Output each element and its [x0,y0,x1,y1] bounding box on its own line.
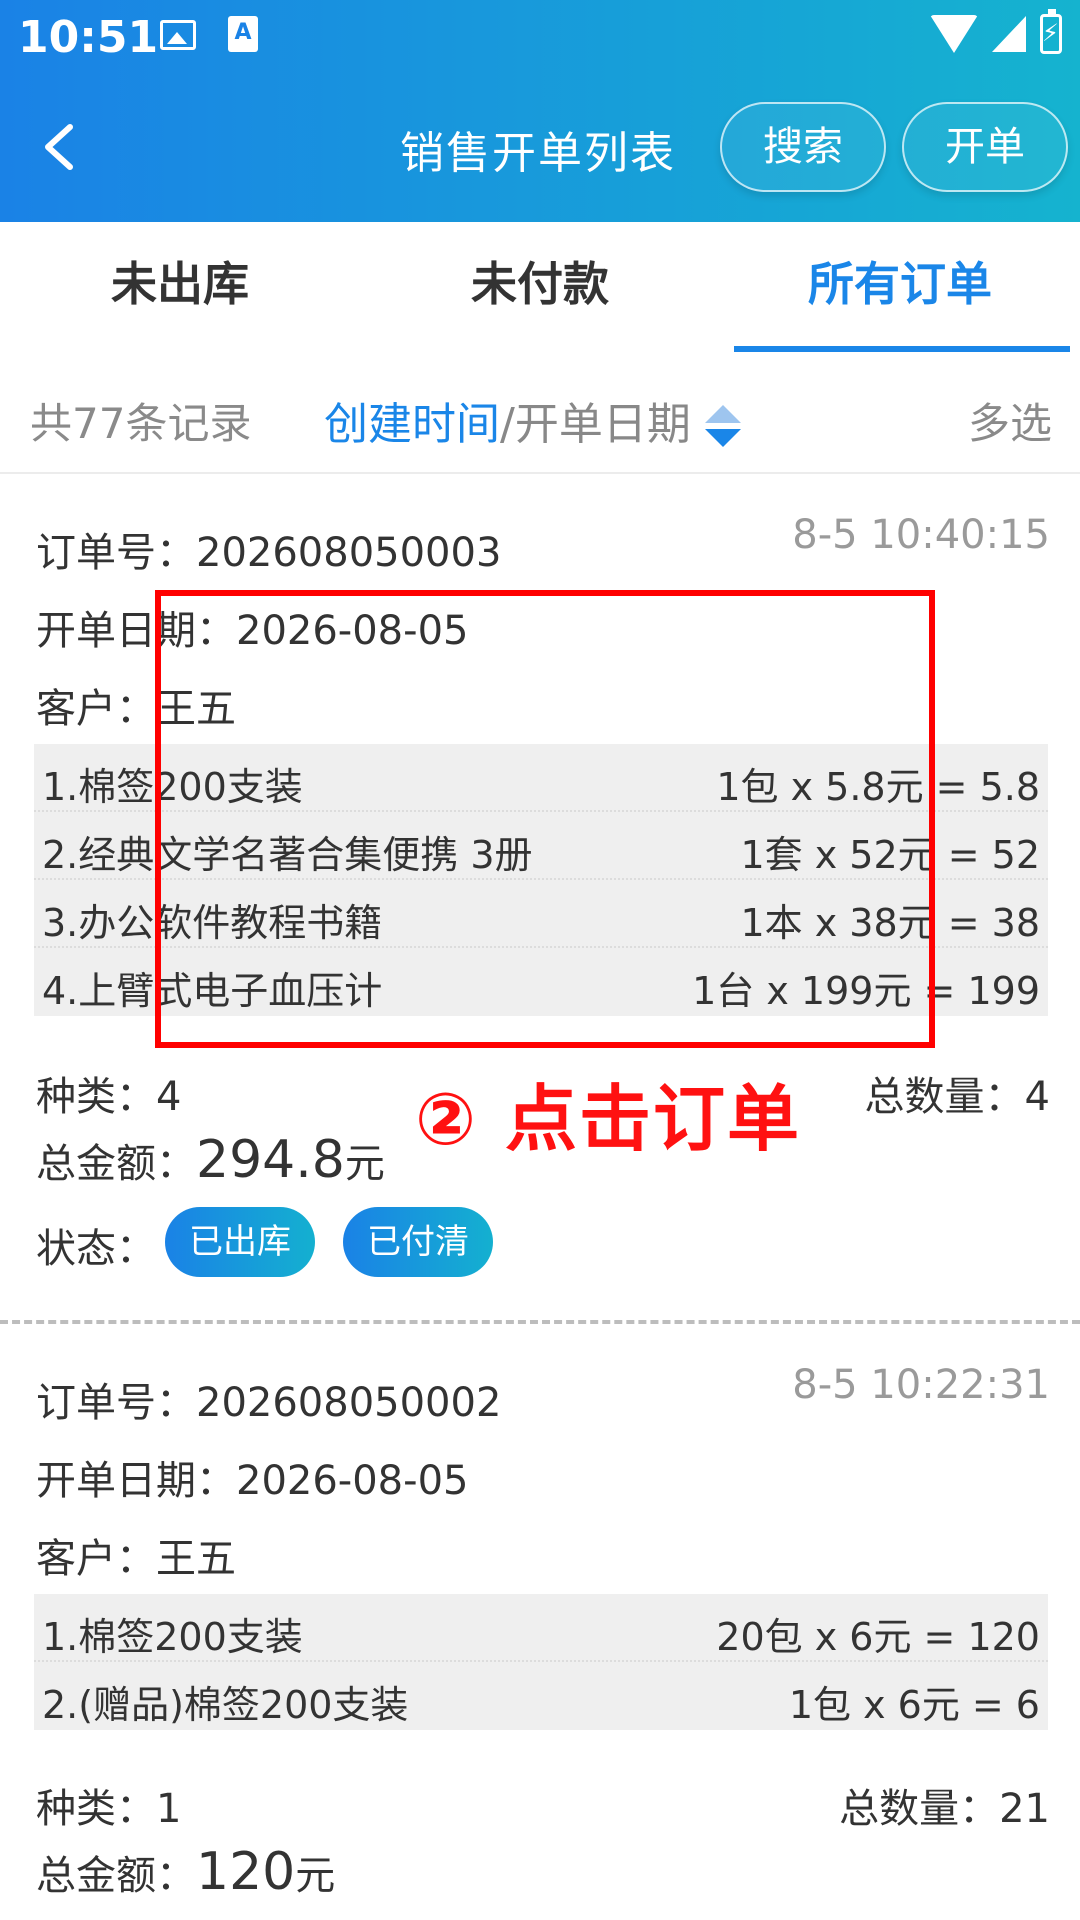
kinds-value: 1 [156,1786,182,1832]
kinds-value: 4 [156,1074,182,1120]
sort-toggle[interactable]: 创建时间/开单日期 [324,388,741,452]
order-items: 1.棉签200支装 20包 x 6元 = 120 2.(赠品)棉签200支装 1… [34,1594,1048,1730]
page-title: 销售开单列表 [400,128,676,179]
status-row: 状态： [36,1216,156,1274]
signal-icon [992,16,1026,52]
sort-order-date[interactable]: 开单日期 [515,399,691,450]
total-unit: 元 [344,1141,385,1187]
order-number: 202608050003 [196,530,502,576]
annotation-text: ② 点击订单 [415,1077,802,1161]
order-number-row: 订单号：202608050002 [36,1370,501,1428]
search-button[interactable]: 搜索 [720,102,886,192]
order-timestamp: 8-5 10:40:15 [792,512,1050,558]
image-notification-icon [160,20,196,50]
multi-select-button[interactable]: 多选 [968,390,1052,451]
item-name: 2.(赠品)棉签200支装 [42,1683,409,1727]
order-card[interactable]: 订单号：202608050002 8-5 10:22:31 开单日期：2026-… [0,1324,1080,1920]
kinds-row: 种类：1 [36,1776,181,1834]
order-date-label: 开单日期： [36,1458,236,1504]
item-calc: 20包 x 6元 = 120 [716,1615,1040,1659]
record-count: 共77条记录 [30,399,252,448]
kinds-label: 种类： [36,1786,156,1832]
total-row: 总金额：120元 [36,1842,335,1902]
customer-label: 客户： [36,686,156,732]
font-notification-icon: A [228,16,258,52]
tab-all-orders[interactable]: 所有订单 [720,222,1080,352]
order-number-row: 订单号：202608050003 [36,520,501,578]
quantity-value: 4 [1024,1074,1050,1120]
total-label: 总金额： [36,1141,196,1187]
order-date-row: 开单日期：2026-08-05 [36,1448,468,1506]
total-row: 总金额：294.8元 [36,1130,385,1190]
order-tabs: 未出库 未付款 所有订单 [0,222,1080,352]
status-badge-paid: 已付清 [343,1207,493,1277]
list-item: 2.(赠品)棉签200支装 1包 x 6元 = 6 [34,1662,1048,1730]
wifi-icon [930,15,978,53]
quantity-value: 21 [999,1786,1050,1832]
sort-created-time[interactable]: 创建时间 [324,399,500,450]
quantity-row: 总数量：21 [839,1776,1050,1834]
kinds-row: 种类：4 [36,1064,181,1122]
total-amount: 120 [196,1842,296,1902]
tab-not-shipped[interactable]: 未出库 [0,222,360,352]
customer-label: 客户： [36,1536,156,1582]
total-amount: 294.8 [196,1130,345,1190]
status-badge-shipped: 已出库 [165,1207,315,1277]
customer-row: 客户：王五 [36,1526,236,1584]
back-button[interactable] [30,112,90,182]
quantity-row: 总数量：4 [865,1064,1050,1122]
status-time: 10:51 [18,12,159,63]
battery-icon [1040,9,1062,54]
annotation-highlight-box [155,590,935,1048]
filter-bar: 共77条记录 创建时间/开单日期 多选 [0,352,1080,474]
customer-name: 王五 [156,1536,236,1582]
tab-unpaid[interactable]: 未付款 [360,222,720,352]
order-number-label: 订单号： [36,1380,196,1426]
kinds-label: 种类： [36,1074,156,1120]
item-calc: 1包 x 6元 = 6 [788,1683,1040,1727]
sort-arrows-icon[interactable] [704,405,741,449]
status-icons [930,9,1062,54]
sort-separator: / [500,399,515,450]
list-item: 1.棉签200支装 20包 x 6元 = 120 [34,1594,1048,1662]
order-number: 202608050002 [196,1380,502,1426]
item-name: 1.棉签200支装 [42,1615,303,1659]
status-label: 状态： [36,1226,156,1272]
order-timestamp: 8-5 10:22:31 [792,1362,1050,1408]
total-label: 总金额： [36,1853,196,1899]
order-number-label: 订单号： [36,530,196,576]
app-bar: 销售开单列表 搜索 开单 [0,72,1080,222]
new-order-button[interactable]: 开单 [902,102,1068,192]
status-bar: 10:51 A [0,0,1080,72]
quantity-label: 总数量： [864,1074,1025,1120]
total-unit: 元 [295,1853,336,1899]
order-date: 2026-08-05 [236,1458,469,1504]
quantity-label: 总数量： [839,1786,1000,1832]
chevron-left-icon [45,124,73,170]
